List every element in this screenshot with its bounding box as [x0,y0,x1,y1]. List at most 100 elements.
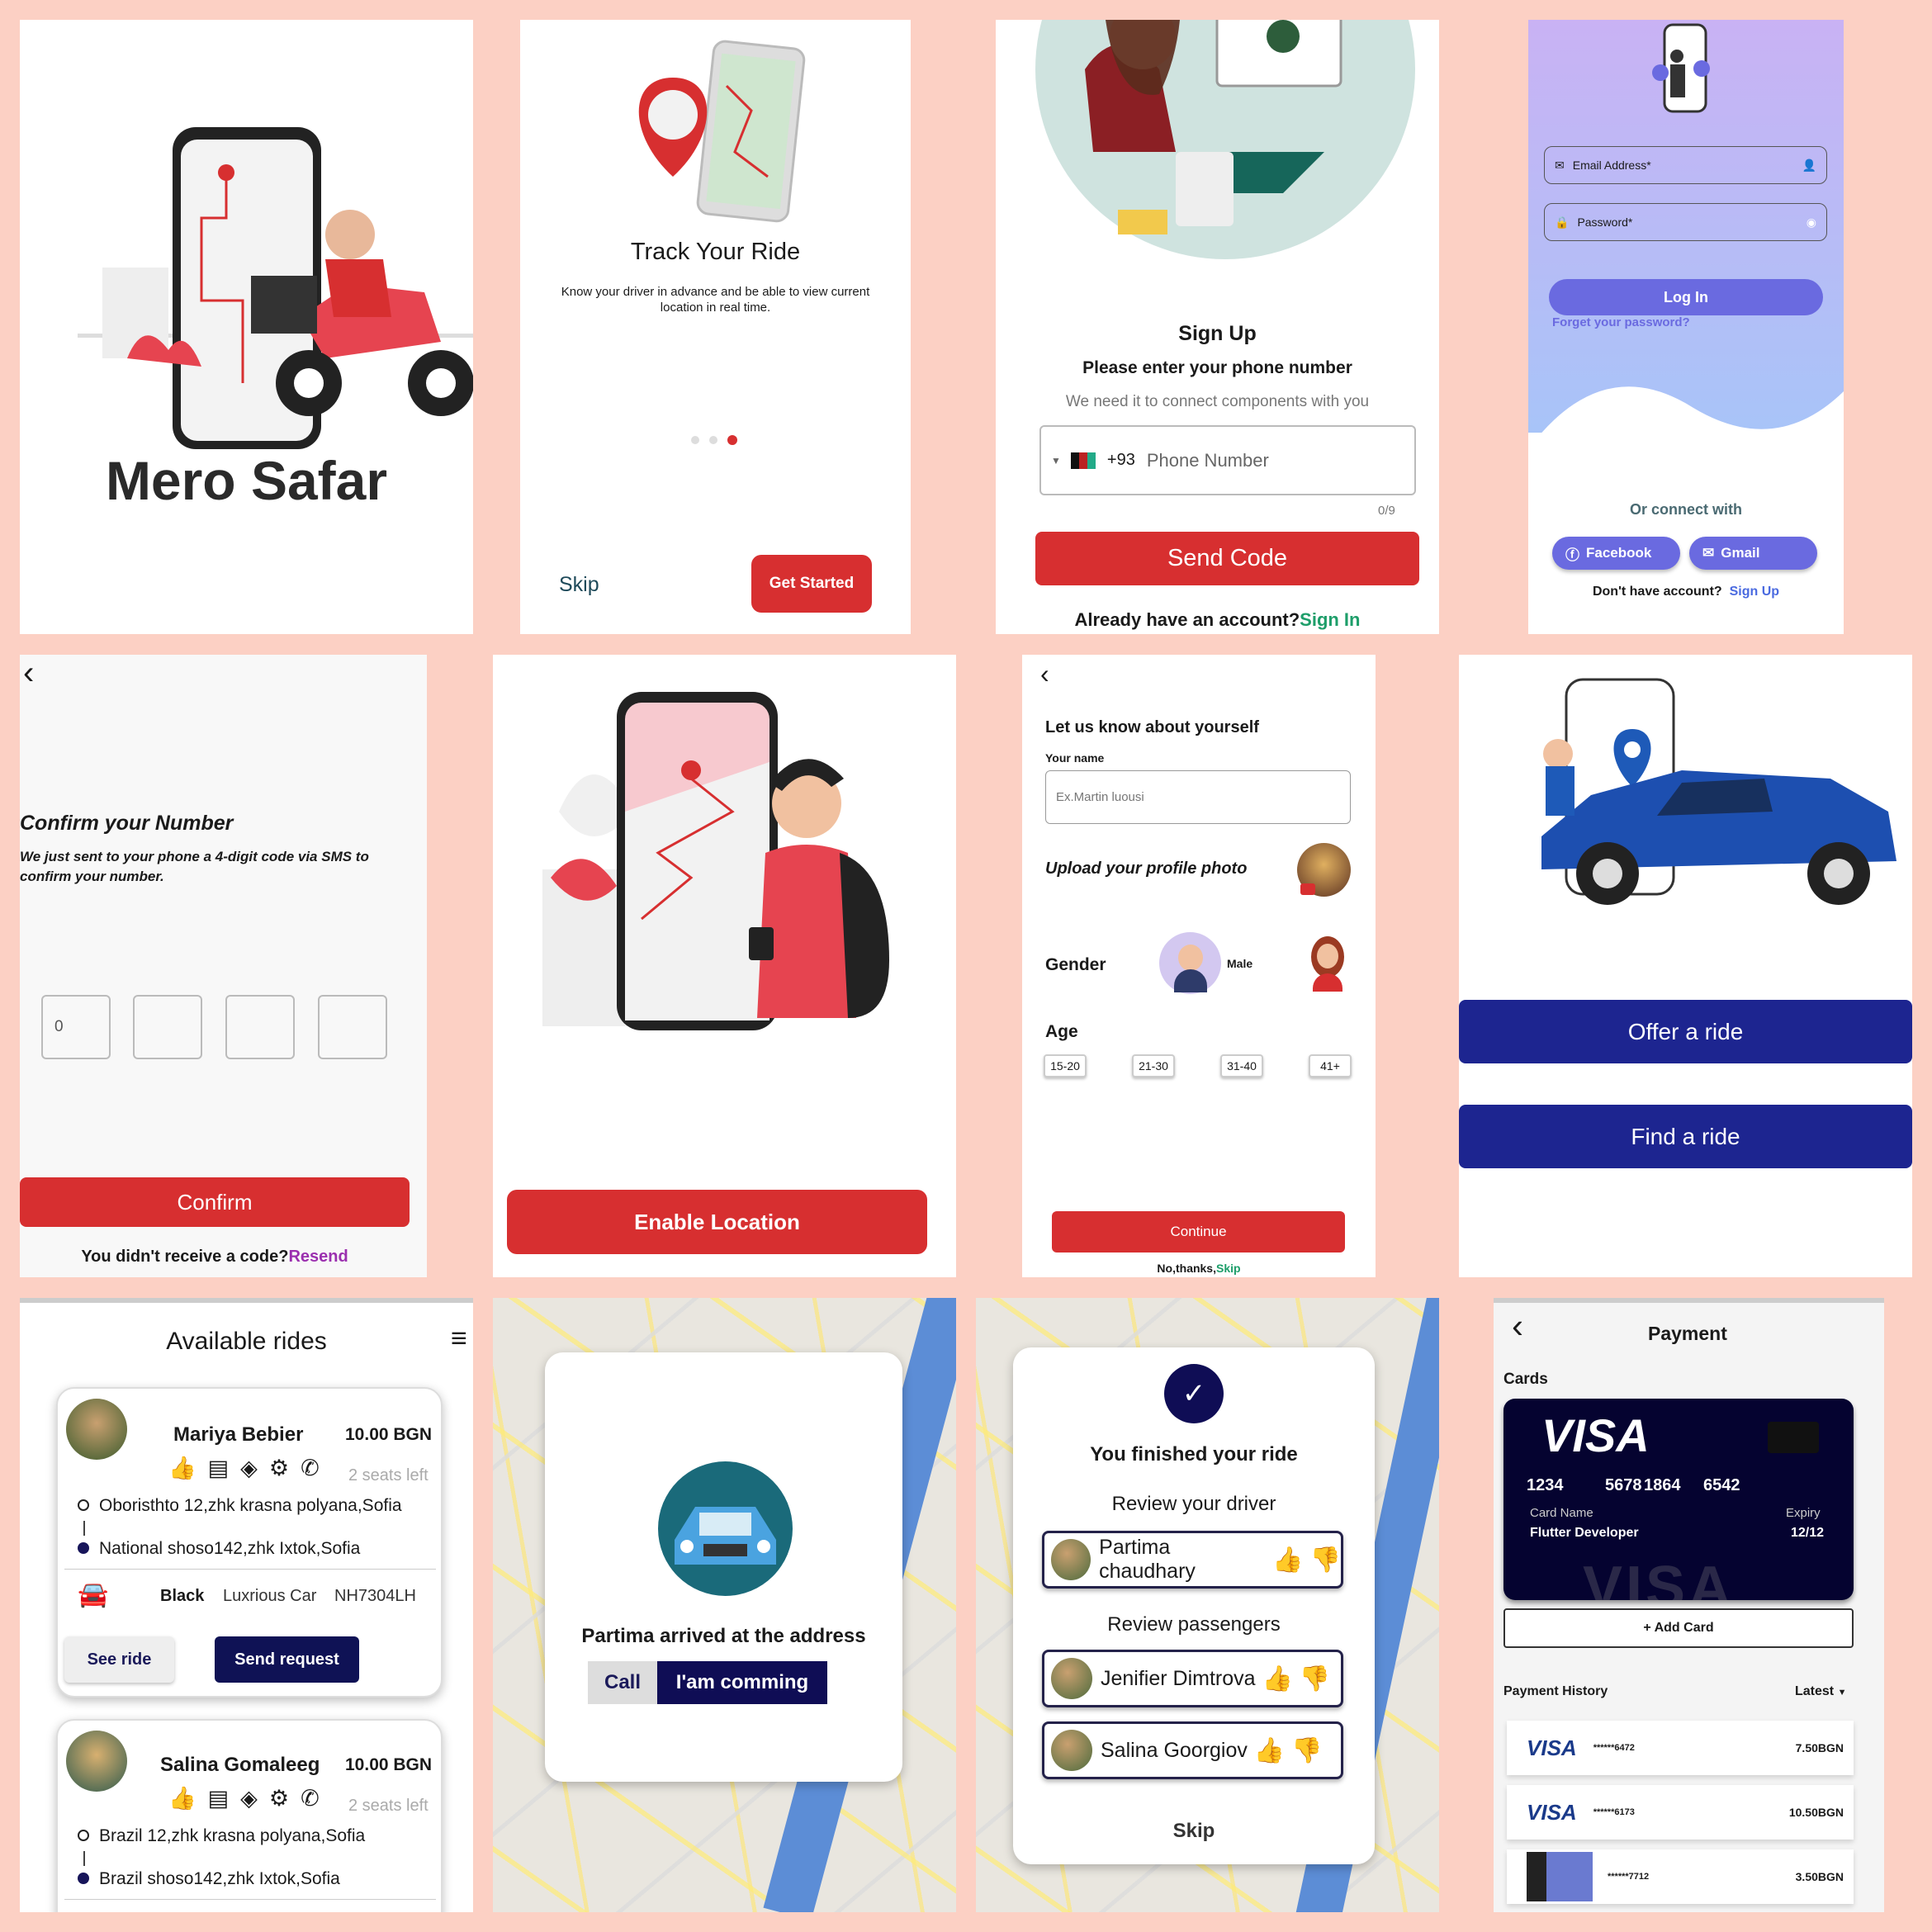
payment-history-label: Payment History [1503,1684,1608,1698]
no-code-text: You didn't receive a code? [81,1248,289,1266]
gmail-label: Gmail [1721,545,1760,561]
female-avatar-icon[interactable] [1303,932,1352,994]
confirm-button[interactable]: Confirm [20,1177,410,1227]
ride-card[interactable]: Salina Gomaleeg 10.00 BGN 👍 ▤ ◈ ⚙ ✆ 2 seats … [56,1719,443,1912]
password-label: Password* [1577,215,1633,229]
thumbs-down-icon[interactable]: 👎 [1310,1546,1341,1574]
passenger-avatar [1051,1730,1092,1771]
card-number-4: 6542 [1703,1476,1740,1494]
password-field[interactable]: 🔒 Password* ◉ [1544,203,1827,241]
onboarding-description: Know your driver in advance and be able … [561,285,870,315]
phone-icon: ✆ [301,1786,320,1811]
code-digit-4[interactable] [318,995,387,1059]
age-option-2[interactable]: 21-30 [1132,1054,1175,1077]
thumbs-up-icon[interactable]: 👍 [1254,1736,1285,1765]
name-input[interactable]: Ex.Martin luousi [1045,770,1351,824]
find-ride-button[interactable]: Find a ride [1459,1105,1912,1168]
review-driver-label: Review your driver [1111,1493,1276,1515]
code-digit-1[interactable]: 0 [41,995,111,1059]
card-name-label: Card Name [1530,1506,1593,1520]
top-border [20,1298,473,1303]
country-code: +93 [1106,451,1135,469]
male-avatar-icon[interactable] [1159,932,1221,994]
card-chip [1768,1422,1819,1453]
gear-icon: ⚙ [268,1786,290,1811]
visa-watermark: VISA [1583,1555,1735,1600]
gmail-button[interactable]: ✉ Gmail [1689,537,1817,570]
card-name: Flutter Developer [1530,1526,1639,1540]
age-option-4[interactable]: 41+ [1309,1054,1352,1077]
passenger-review-row: Jenifier Dimtrova 👍 👎 [1042,1650,1343,1707]
screen-payment: ‹ Payment Cards VISA 1234 5678 1864 6542… [1494,1298,1884,1912]
thumbs-up-icon[interactable]: 👍 [1262,1664,1293,1693]
send-request-button[interactable]: Send request [215,1636,359,1683]
review-dialog: ✓ You finished your ride Review your dri… [1013,1347,1375,1864]
chevron-down-icon[interactable]: ▼ [1051,455,1061,466]
call-button[interactable]: Call [588,1661,657,1704]
driver-avatar [66,1399,127,1460]
amenity-icons: 👍 ▤ ◈ ⚙ ✆ [168,1785,331,1811]
facebook-button[interactable]: ⓕ Facebook [1552,537,1680,570]
code-digit-2[interactable] [133,995,202,1059]
enable-location-button[interactable]: Enable Location [507,1190,927,1254]
skip-link[interactable]: Skip [1216,1262,1241,1275]
latest-dropdown[interactable]: Latest ▼ [1795,1684,1846,1699]
eye-icon[interactable]: ◉ [1807,215,1816,230]
seats-left: 2 seats left [348,1466,429,1485]
signin-prompt: Already have an account?Sign In [996,609,1439,631]
origin-dot-icon [78,1830,89,1841]
cards-label: Cards [1503,1371,1548,1388]
thumbs-up-icon[interactable]: 👍 [1272,1546,1303,1574]
signup-link[interactable]: Sign Up [1730,585,1779,599]
payment-row[interactable]: VISA ******6173 10.50BGN [1507,1785,1854,1840]
offer-ride-button[interactable]: Offer a ride [1459,1000,1912,1063]
code-digit-3[interactable] [225,995,295,1059]
email-label: Email Address* [1572,159,1651,172]
seats-left: 2 seats left [348,1797,429,1815]
back-button[interactable]: ‹ [1512,1306,1523,1346]
signin-link[interactable]: Sign In [1300,609,1360,630]
ride-card[interactable]: Mariya Bebier 10.00 BGN 👍 ▤ ◈ ⚙ ✆ 2 seats le… [56,1387,443,1698]
back-button[interactable]: ‹ [23,655,34,692]
phone-input[interactable]: ▼ +93 Phone Number [1039,425,1416,495]
forgot-password-link[interactable]: Forget your password? [1552,315,1690,329]
coming-button[interactable]: I'am comming [657,1661,827,1704]
signup-illustration [1035,20,1415,259]
menu-icon[interactable]: ≡ [451,1323,467,1355]
visa-card[interactable]: VISA 1234 5678 1864 6542 Card Name Flutt… [1503,1399,1854,1600]
payment-row[interactable]: VISA ******6472 7.50BGN [1507,1721,1854,1775]
skip-button[interactable]: Skip [1013,1820,1375,1843]
amount: 10.50BGN [1788,1806,1844,1819]
rides-title: Available rides [166,1328,327,1355]
route-line [83,1851,85,1866]
from-address: Brazil 12,zhk krasna polyana,Sofia [78,1826,365,1846]
continue-button[interactable]: Continue [1052,1211,1345,1252]
driver-review-row: Partima chaudhary 👍 👎 [1042,1531,1343,1589]
visa-icon: VISA [1527,1799,1577,1825]
back-button[interactable]: ‹ [1040,659,1049,689]
page-indicator [691,434,741,445]
add-card-button[interactable]: + Add Card [1503,1608,1854,1648]
to-text: National shoso142,zhk Ixtok,Sofia [99,1539,361,1558]
resend-link[interactable]: Resend [288,1248,348,1266]
card-number: ******6173 [1593,1807,1635,1817]
age-option-3[interactable]: 31-40 [1220,1054,1263,1077]
screen-ride-choice: Offer a ride Find a ride [1459,655,1912,1277]
upload-photo-button[interactable] [1297,843,1351,897]
see-ride-button[interactable]: See ride [64,1636,174,1683]
skip-button[interactable]: Skip [559,573,599,597]
card-number-2: 5678 [1605,1476,1642,1494]
payment-row[interactable]: ******7712 3.50BGN [1507,1849,1854,1904]
send-code-button[interactable]: Send Code [1035,532,1419,585]
char-counter: 0/9 [1378,504,1395,518]
payment-title: Payment [1648,1323,1727,1344]
passenger-avatar [1051,1658,1092,1699]
age-option-1[interactable]: 15-20 [1044,1054,1087,1077]
thumbs-down-icon[interactable]: 👎 [1291,1736,1322,1765]
get-started-button[interactable]: Get Started [751,555,872,613]
login-button[interactable]: Log In [1549,279,1823,315]
amount: 7.50BGN [1795,1741,1844,1754]
thumbs-down-icon[interactable]: 👎 [1300,1664,1330,1693]
email-field[interactable]: ✉ Email Address* 👤 [1544,146,1827,184]
to-address: Brazil shoso142,zhk Ixtok,Sofia [78,1869,340,1889]
